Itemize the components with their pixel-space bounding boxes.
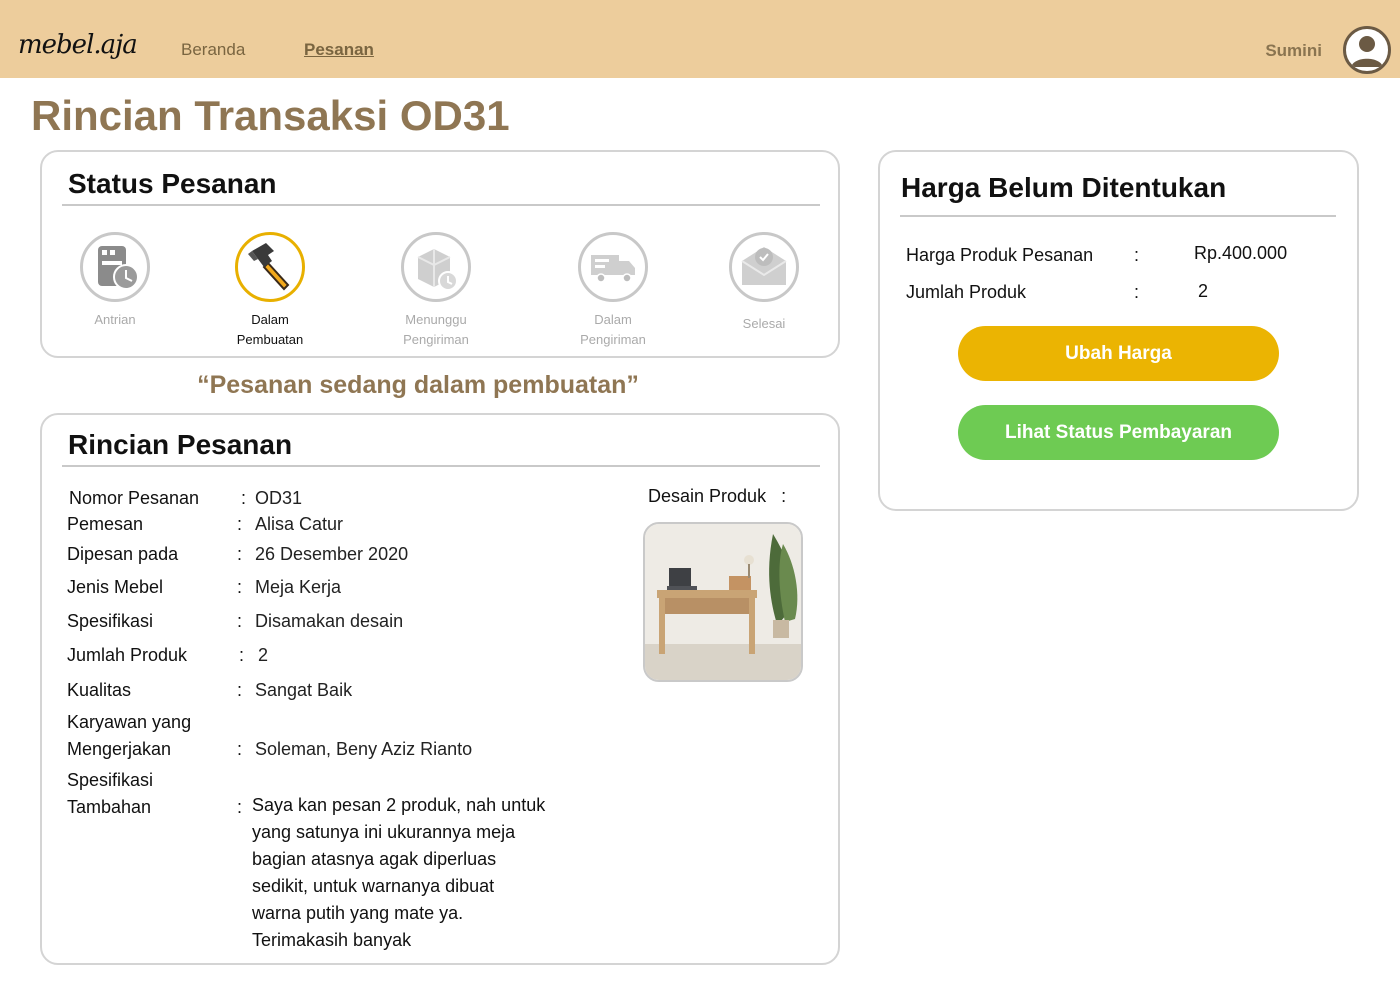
row-colon: : — [237, 577, 243, 597]
row-label-kualitas: Kualitas — [67, 680, 132, 700]
status-message: “Pesanan sedang dalam pembuatan” — [197, 371, 639, 399]
price-label-jumlah: Jumlah Produk — [906, 282, 1027, 302]
notes-line: yang satunya ini ukurannya meja — [252, 822, 516, 842]
row-colon: : — [237, 514, 243, 534]
detail-card-title: Rincian Pesanan — [68, 429, 293, 460]
price-value-jumlah: 2 — [1198, 281, 1209, 301]
row-colon: : — [237, 544, 243, 564]
row-value-spesifikasi: Disamakan desain — [255, 611, 404, 631]
row-label-spesifikasi-tambahan-line2: Tambahan — [67, 797, 152, 817]
product-design-image[interactable] — [643, 522, 803, 682]
price-card-divider — [900, 215, 1336, 217]
row-label-karyawan-line1: Karyawan yang — [67, 712, 192, 732]
row-colon: : — [1134, 282, 1140, 302]
step-label: Antrian — [94, 312, 136, 327]
row-colon: : — [1134, 245, 1140, 265]
row-value-jenis-mebel: Meja Kerja — [255, 577, 342, 597]
delivery-truck-icon — [578, 232, 648, 302]
hammer-icon — [235, 232, 305, 302]
row-label-jenis-mebel: Jenis Mebel — [67, 577, 164, 597]
step-label: Dalam Pengiriman — [580, 312, 646, 347]
price-label-harga: Harga Produk Pesanan — [906, 245, 1094, 265]
status-step-dalam-pengiriman: Dalam Pengiriman — [538, 232, 688, 350]
user-name[interactable]: Sumini — [1265, 41, 1322, 61]
order-status-card: Status Pesanan Antrian Dalam Pembuatan M… — [40, 150, 840, 358]
row-value-kualitas: Sangat Baik — [255, 680, 353, 700]
row-value-dipesan-pada: 26 Desember 2020 — [255, 544, 409, 564]
notes-line: Saya kan pesan 2 produk, nah untuk — [252, 795, 546, 815]
row-label-pemesan: Pemesan — [67, 514, 144, 534]
step-label: Dalam Pembuatan — [236, 312, 304, 347]
view-payment-status-button[interactable]: Lihat Status Pembayaran — [958, 405, 1279, 460]
row-colon: : — [241, 488, 247, 508]
price-card-title: Harga Belum Ditentukan — [901, 172, 1227, 203]
row-value-pemesan: Alisa Catur — [255, 514, 344, 534]
nav-link-beranda[interactable]: Beranda — [181, 40, 245, 60]
row-label-spesifikasi: Spesifikasi — [67, 611, 154, 631]
change-price-button[interactable]: Ubah Harga — [958, 326, 1279, 381]
step-label: Selesai — [742, 316, 786, 331]
top-navbar: mebel.aja Beranda Pesanan Sumini — [0, 0, 1400, 78]
row-label-spesifikasi-tambahan-line1: Spesifikasi — [67, 770, 154, 790]
notes-line: bagian atasnya agak diperluas — [252, 849, 497, 869]
nav-link-pesanan[interactable]: Pesanan — [304, 40, 374, 60]
row-colon: : — [237, 797, 243, 817]
row-label-nomor-pesanan: Nomor Pesanan — [69, 488, 200, 508]
row-colon: : — [239, 645, 245, 665]
price-value-harga: Rp.400.000 — [1194, 243, 1288, 263]
envelope-check-icon — [729, 232, 799, 302]
row-label-dipesan-pada: Dipesan pada — [67, 544, 179, 564]
row-colon: : — [237, 739, 243, 759]
step-label: Menunggu Pengiriman — [403, 312, 469, 347]
status-card-title: Status Pesanan — [68, 168, 277, 199]
queue-clock-icon — [80, 232, 150, 302]
row-colon: : — [237, 680, 243, 700]
row-label-jumlah-produk: Jumlah Produk — [67, 645, 188, 665]
detail-card-divider — [62, 465, 820, 467]
notes-line: Terimakasih banyak — [252, 930, 412, 950]
status-step-selesai: Selesai — [689, 232, 839, 334]
page-title: Rincian Transaksi OD31 — [31, 92, 510, 139]
row-value-jumlah-produk: 2 — [258, 645, 269, 665]
status-card-divider — [62, 204, 820, 206]
design-label: Desain Produk : — [648, 486, 787, 506]
row-value-nomor-pesanan: OD31 — [255, 488, 303, 508]
row-value-karyawan: Soleman, Beny Aziz Rianto — [255, 739, 473, 759]
status-step-menunggu-pengiriman: Menunggu Pengiriman — [361, 232, 511, 350]
user-avatar-icon[interactable] — [1343, 26, 1391, 74]
row-label-karyawan-line2: Mengerjakan — [67, 739, 172, 759]
status-step-antrian: Antrian — [40, 232, 190, 330]
status-step-dalam-pembuatan: Dalam Pembuatan — [195, 232, 345, 350]
package-clock-icon — [401, 232, 471, 302]
notes-line: sedikit, untuk warnanya dibuat — [252, 876, 495, 896]
notes-line: warna putih yang mate ya. — [252, 903, 464, 923]
row-colon: : — [237, 611, 243, 631]
brand-logo[interactable]: mebel.aja — [18, 30, 138, 60]
additional-spec-notes: Saya kan pesan 2 produk, nah untuk yang … — [252, 792, 602, 954]
